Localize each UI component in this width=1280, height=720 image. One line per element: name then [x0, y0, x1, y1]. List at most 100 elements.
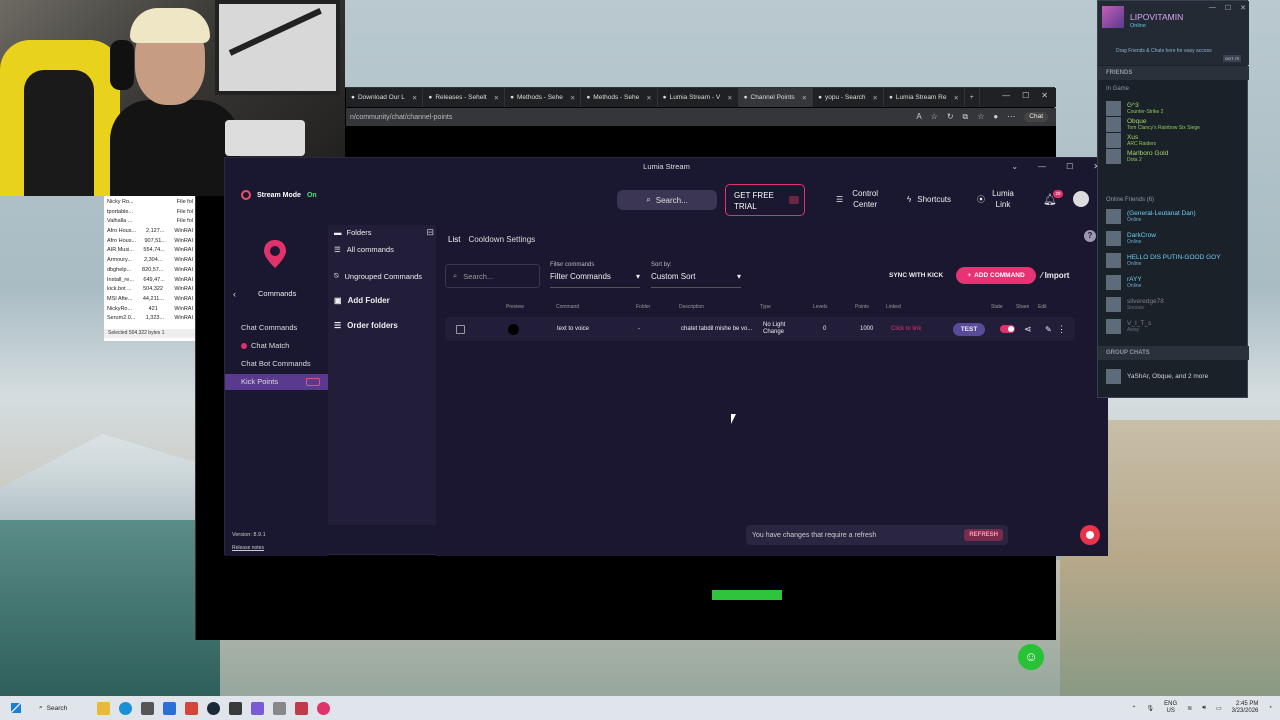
test-button[interactable]: TEST — [953, 322, 985, 336]
file-row[interactable]: kick.bot ... 504,322 WinRAI — [107, 285, 193, 295]
tab-cooldown-settings[interactable]: Cooldown Settings — [468, 235, 535, 244]
close-icon[interactable]: ✕ — [802, 94, 807, 102]
edge-icon[interactable] — [119, 701, 133, 715]
file-row[interactable]: Serum2.0... 1,323... WinRAI — [107, 314, 193, 324]
refresh-button[interactable]: REFRESH — [964, 529, 1003, 541]
control-center-button[interactable]: ☰ Control Center — [836, 188, 881, 210]
filter-commands-select[interactable]: Filter commands Filter Commands ▾ — [550, 262, 640, 288]
sidebar-item-kick-points[interactable]: Kick Points — [225, 374, 328, 390]
volume-icon[interactable]: 🔊︎ — [1202, 705, 1206, 712]
language-indicator[interactable]: ENG US — [1164, 701, 1177, 715]
close-icon[interactable]: ✕ — [1041, 91, 1048, 100]
page-green-button[interactable] — [712, 590, 782, 600]
file-row[interactable]: Armoury... 2,304... WinRAI — [107, 256, 193, 266]
sidebar-item-chat-commands[interactable]: Chat Commands — [225, 320, 328, 336]
browser-tab[interactable]: ● yopu - Search ✕ — [813, 88, 884, 107]
support-chat-icon[interactable]: ☺ — [1018, 644, 1044, 670]
row-preview[interactable] — [508, 317, 519, 341]
discord-icon[interactable] — [251, 701, 265, 715]
windows-start-icon[interactable] — [11, 703, 21, 713]
app-icon[interactable] — [273, 701, 287, 715]
close-icon[interactable]: ✕ — [570, 94, 575, 102]
new-tab-icon[interactable]: + — [965, 88, 980, 107]
close-icon[interactable]: ✕ — [646, 94, 651, 102]
friend-item[interactable]: rAYY Online — [1106, 275, 1142, 290]
file-row[interactable]: Afro Hous... 907,51... WinRAI — [107, 237, 193, 247]
friend-item[interactable]: G^3 Counter-Strike 2 — [1106, 101, 1163, 116]
friend-item[interactable]: V_I_T_s Away — [1106, 319, 1151, 334]
tab-list[interactable]: List — [448, 235, 460, 244]
release-notes-link[interactable]: Release notes — [232, 545, 264, 551]
wifi-icon[interactable]: ≋ — [1187, 705, 1192, 712]
file-explorer-icon[interactable] — [97, 701, 111, 715]
star-icon[interactable]: ☆ — [931, 112, 938, 122]
address-bar[interactable]: n/community/chat/channel-points A ☆ ↻ ⧉ … — [346, 108, 1056, 126]
file-row[interactable]: MSI Afte... 44,211... WinRAI — [107, 295, 193, 305]
close-icon[interactable]: ✕ — [1240, 4, 1246, 12]
app-icon[interactable] — [295, 701, 309, 715]
browser-tab[interactable]: ● Methods - Sehe ✕ — [505, 88, 582, 107]
app-icon[interactable] — [185, 701, 199, 715]
file-row[interactable]: NickyRo... 421 WinRAI — [107, 305, 193, 315]
profile-icon[interactable]: ● — [993, 112, 998, 122]
browser-tab[interactable]: ● Lumia Stream Re ✕ — [884, 88, 965, 107]
sort-by-select[interactable]: Sort by: Custom Sort ▾ — [651, 262, 741, 288]
row-checkbox[interactable] — [456, 317, 465, 341]
avatar[interactable] — [1073, 191, 1089, 207]
browser-tab[interactable]: ● Lumia Stream - V ✕ — [658, 88, 739, 107]
lumia-icon[interactable] — [317, 701, 331, 715]
close-icon[interactable]: ✕ — [727, 94, 732, 102]
notification-icon[interactable]: ◔ — [1268, 705, 1272, 711]
steam-icon[interactable] — [207, 701, 221, 715]
command-search-input[interactable]: ⌕ Search... — [445, 264, 540, 288]
close-icon[interactable]: ✕ — [494, 94, 499, 102]
add-folder-button[interactable]: ▣ Add Folder — [334, 296, 390, 305]
edit-icon[interactable]: ✎ — [1045, 317, 1052, 341]
extensions-icon[interactable]: ⧉ — [963, 112, 969, 122]
import-button[interactable]: ⁄ Import — [1041, 271, 1069, 280]
close-icon[interactable]: ✕ — [953, 94, 958, 102]
friend-item[interactable]: Xus ARC Raiders — [1106, 133, 1156, 148]
record-button[interactable] — [1080, 525, 1100, 545]
app-icon[interactable] — [229, 701, 243, 715]
close-icon[interactable]: ✕ — [412, 94, 417, 102]
refresh-icon[interactable]: ↻ — [947, 112, 954, 122]
store-icon[interactable] — [163, 701, 177, 715]
minimize-icon[interactable]: — — [1209, 4, 1216, 12]
browser-tab[interactable]: ● Download Our L ✕ — [346, 88, 424, 107]
maximize-icon[interactable]: ☐ — [1022, 91, 1029, 100]
free-trial-button[interactable]: GET FREE TRIAL — [725, 184, 805, 216]
chevron-up-icon[interactable]: ⌃ — [1132, 705, 1137, 712]
folder-ungrouped-commands[interactable]: ⍉ Ungrouped Commands — [334, 271, 422, 281]
state-toggle[interactable] — [1000, 325, 1015, 333]
browser-tab[interactable]: ● Channel Points ✕ — [738, 88, 814, 107]
file-row[interactable]: Afro Hous... 2,127... WinRAI — [107, 227, 193, 237]
row-linked-link[interactable]: Click to link — [891, 317, 921, 341]
microphone-icon[interactable]: 🎙︎ — [1147, 705, 1155, 712]
file-row[interactable]: tportable... File fol — [107, 208, 193, 218]
copilot-chat-button[interactable]: Chat — [1024, 112, 1048, 122]
stream-mode-toggle[interactable]: Stream Mode On — [241, 190, 317, 200]
back-chevron-icon[interactable]: ‹ — [233, 289, 236, 299]
collapse-panel-icon[interactable]: ⊟ — [426, 227, 434, 238]
global-search-button[interactable]: ⌕ Search... — [617, 190, 717, 210]
folder-all-commands[interactable]: ☰ All commands — [334, 245, 394, 254]
minimize-icon[interactable]: — — [1002, 91, 1010, 100]
sync-with-kick-button[interactable]: SYNC WITH KICK — [889, 272, 943, 279]
sidebar-item-chat-match[interactable]: Chat Match — [225, 338, 328, 354]
close-icon[interactable]: ✕ — [873, 94, 878, 102]
friend-item[interactable]: DarkCrow Online — [1106, 231, 1156, 246]
friend-item[interactable]: silveredge78 Snooze — [1106, 297, 1164, 312]
order-folders-button[interactable]: ☰ Order folders — [334, 321, 398, 330]
table-row[interactable]: text to voice - chatet tabdil mishe be v… — [445, 317, 1075, 341]
maximize-icon[interactable]: ☐ — [1066, 158, 1073, 175]
steam-username[interactable]: LIPOVITAMIN — [1130, 12, 1183, 22]
file-row[interactable]: Install_re... 649,47... WinRAI — [107, 276, 193, 286]
dropdown-icon[interactable]: ⌄ — [1011, 158, 1018, 175]
help-icon[interactable]: ? — [1084, 230, 1096, 242]
battery-icon[interactable]: ▭ — [1216, 705, 1222, 712]
more-options-icon[interactable]: ⋮ — [1057, 317, 1066, 341]
favorites-icon[interactable]: ☆ — [977, 112, 984, 122]
file-row[interactable]: AIR.Musi... 554,74... WinRAI — [107, 246, 193, 256]
file-row[interactable]: dbghelp... 820,57... WinRAI — [107, 266, 193, 276]
